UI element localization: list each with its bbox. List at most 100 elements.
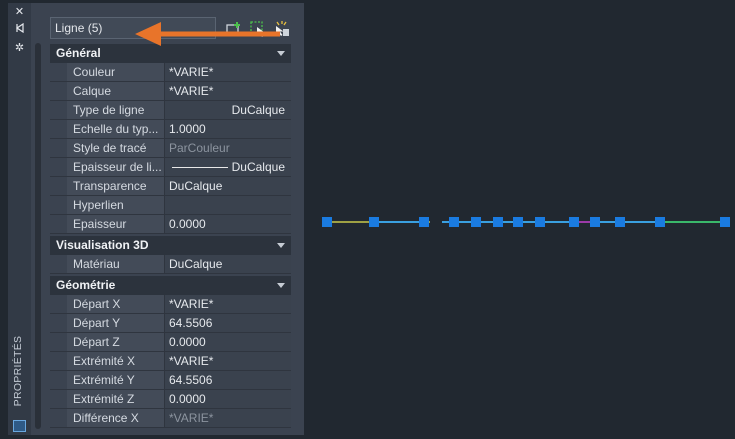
property-label: Epaisseur de li... xyxy=(67,158,165,176)
row-gutter xyxy=(50,390,67,408)
property-value[interactable]: 64.5506 xyxy=(165,371,291,389)
property-label: Extrémité Z xyxy=(67,390,165,408)
property-value[interactable]: DuCalque xyxy=(165,255,291,273)
property-label: Type de ligne xyxy=(67,101,165,119)
property-label: Hyperlien xyxy=(67,196,165,214)
property-label: Départ Y xyxy=(67,314,165,332)
property-value[interactable]: 1.0000 xyxy=(165,120,291,138)
lineweight-sample xyxy=(171,166,228,168)
property-value[interactable]: *VARIE* xyxy=(165,295,291,313)
property-label: Extrémité Y xyxy=(67,371,165,389)
property-row-extremite-z[interactable]: Extrémité Z 0.0000 xyxy=(50,390,291,409)
property-row-difference-x[interactable]: Différence X *VARIE* xyxy=(50,409,291,428)
annotation-arrow xyxy=(135,22,280,46)
property-value[interactable] xyxy=(165,196,291,214)
grip-handle[interactable] xyxy=(569,217,579,227)
palette-title-strip: ✕ ✲ PROPRIÉTÉS xyxy=(8,3,31,435)
auto-hide-icon[interactable] xyxy=(8,22,31,37)
grip-handle[interactable] xyxy=(449,217,459,227)
property-value[interactable]: DuCalque xyxy=(165,101,291,119)
property-label: Style de tracé xyxy=(67,139,165,157)
row-gutter xyxy=(50,120,67,138)
property-label: Extrémité X xyxy=(67,352,165,370)
property-label: Calque xyxy=(67,82,165,100)
row-gutter xyxy=(50,177,67,195)
row-gutter xyxy=(50,352,67,370)
grip-handle[interactable] xyxy=(493,217,503,227)
property-value[interactable]: *VARIE* xyxy=(165,63,291,81)
property-row-couleur[interactable]: Couleur *VARIE* xyxy=(50,63,291,82)
property-value[interactable]: 0.0000 xyxy=(165,215,291,233)
close-icon[interactable]: ✕ xyxy=(8,5,31,19)
grip-handle[interactable] xyxy=(720,217,730,227)
property-row-depart-y[interactable]: Départ Y 64.5506 xyxy=(50,314,291,333)
property-row-depart-x[interactable]: Départ X *VARIE* xyxy=(50,295,291,314)
property-label: Couleur xyxy=(67,63,165,81)
property-value[interactable]: *VARIE* xyxy=(165,82,291,100)
property-row-epaisseur[interactable]: Epaisseur 0.0000 xyxy=(50,215,291,234)
grip-handle[interactable] xyxy=(369,217,379,227)
palette-title: PROPRIÉTÉS xyxy=(12,335,24,407)
row-gutter xyxy=(50,101,67,119)
row-gutter xyxy=(50,63,67,81)
property-row-extremite-x[interactable]: Extrémité X *VARIE* xyxy=(50,352,291,371)
property-label: Départ Z xyxy=(67,333,165,351)
section-title: Visualisation 3D xyxy=(56,238,149,252)
property-value-text: DuCalque xyxy=(231,160,285,174)
row-gutter xyxy=(50,255,67,273)
property-value[interactable]: 0.0000 xyxy=(165,333,291,351)
property-row-style-de-trace[interactable]: Style de tracé ParCouleur xyxy=(50,139,291,158)
property-value[interactable]: *VARIE* xyxy=(165,409,291,427)
property-label: Départ X xyxy=(67,295,165,313)
collapse-chevron-icon[interactable] xyxy=(277,51,285,56)
property-row-hyperlien[interactable]: Hyperlien xyxy=(50,196,291,215)
row-gutter xyxy=(50,215,67,233)
property-row-depart-z[interactable]: Départ Z 0.0000 xyxy=(50,333,291,352)
property-value[interactable]: DuCalque xyxy=(165,158,291,176)
collapse-chevron-icon[interactable] xyxy=(277,283,285,288)
property-label: Différence X xyxy=(67,409,165,427)
property-row-calque[interactable]: Calque *VARIE* xyxy=(50,82,291,101)
row-gutter xyxy=(50,82,67,100)
property-row-echelle-du-typ[interactable]: Echelle du typ... 1.0000 xyxy=(50,120,291,139)
row-gutter xyxy=(50,371,67,389)
property-row-epaisseur-de-li[interactable]: Epaisseur de li... DuCalque xyxy=(50,158,291,177)
property-label: Echelle du typ... xyxy=(67,120,165,138)
row-gutter xyxy=(50,333,67,351)
section-title: Général xyxy=(56,46,101,60)
palette-icon[interactable] xyxy=(13,420,26,432)
property-value[interactable]: DuCalque xyxy=(165,177,291,195)
section-header-geometrie[interactable]: Géométrie xyxy=(50,276,291,295)
row-gutter xyxy=(50,158,67,176)
row-gutter xyxy=(50,409,67,427)
property-label: Epaisseur xyxy=(67,215,165,233)
grip-handle[interactable] xyxy=(419,217,429,227)
properties-grid: Général Couleur *VARIE* Calque *VARIE* Type d… xyxy=(50,44,291,428)
property-label: Matériau xyxy=(67,255,165,273)
collapse-chevron-icon[interactable] xyxy=(277,243,285,248)
grip-handle[interactable] xyxy=(535,217,545,227)
property-row-materiau[interactable]: Matériau DuCalque xyxy=(50,255,291,274)
property-value[interactable]: 0.0000 xyxy=(165,390,291,408)
grip-handle[interactable] xyxy=(615,217,625,227)
row-gutter xyxy=(50,196,67,214)
property-row-extremite-y[interactable]: Extrémité Y 64.5506 xyxy=(50,371,291,390)
settings-icon[interactable]: ✲ xyxy=(8,41,31,55)
row-gutter xyxy=(50,314,67,332)
section-header-visualisation-3d[interactable]: Visualisation 3D xyxy=(50,236,291,255)
grip-handle[interactable] xyxy=(590,217,600,227)
grip-handle[interactable] xyxy=(655,217,665,227)
property-row-type-de-ligne[interactable]: Type de ligne DuCalque xyxy=(50,101,291,120)
selected-lines[interactable] xyxy=(320,212,735,232)
property-label: Transparence xyxy=(67,177,165,195)
property-value[interactable]: 64.5506 xyxy=(165,314,291,332)
property-value[interactable]: *VARIE* xyxy=(165,352,291,370)
grip-handle[interactable] xyxy=(322,217,332,227)
property-value[interactable]: ParCouleur xyxy=(165,139,291,157)
row-gutter xyxy=(50,139,67,157)
scrollbar[interactable] xyxy=(35,43,41,429)
row-gutter xyxy=(50,295,67,313)
grip-handle[interactable] xyxy=(513,217,523,227)
grip-handle[interactable] xyxy=(471,217,481,227)
property-row-transparence[interactable]: Transparence DuCalque xyxy=(50,177,291,196)
